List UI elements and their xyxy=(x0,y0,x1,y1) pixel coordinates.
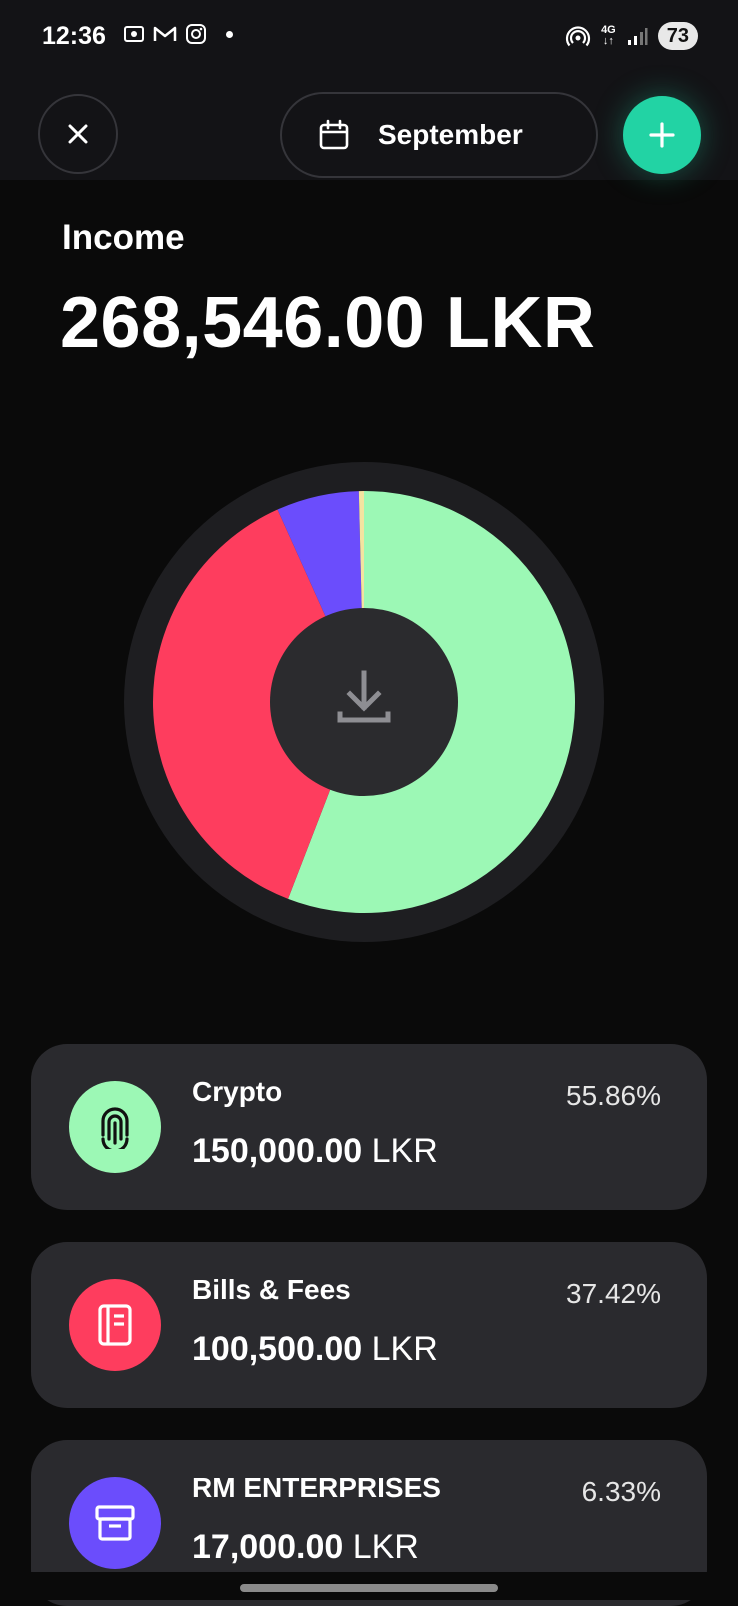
category-percent: 55.86% xyxy=(566,1080,661,1111)
close-icon xyxy=(68,124,88,144)
category-icon-badge xyxy=(69,1081,161,1173)
download-button[interactable] xyxy=(334,665,394,735)
status-time: 12:36 xyxy=(42,22,106,50)
category-name: RM ENTERPRISES xyxy=(192,1472,441,1503)
signal-icon xyxy=(627,28,648,45)
notebook-icon xyxy=(98,1304,132,1346)
category-icon-badge xyxy=(69,1477,161,1569)
donut-chart-svg xyxy=(124,462,604,942)
income-total: 268,546.00 LKR xyxy=(60,283,596,363)
category-name: Crypto xyxy=(192,1076,283,1107)
box-icon xyxy=(95,1505,135,1541)
category-percent: 37.42% xyxy=(566,1278,661,1309)
notification-icons xyxy=(122,22,233,46)
category-card-bills-fees[interactable]: Bills & Fees 100,500.00 LKR 37.42% xyxy=(31,1242,707,1408)
battery-level: 73 xyxy=(657,22,698,50)
income-title: Income xyxy=(62,218,185,257)
category-card-crypto[interactable]: Crypto 150,000.00 LKR 55.86% xyxy=(31,1044,707,1210)
category-amount: 100,500.00 LKR xyxy=(192,1330,438,1368)
category-icon-badge xyxy=(69,1279,161,1371)
network-type: 4G ↓↑ xyxy=(601,24,616,47)
fingerprint-icon xyxy=(101,1107,129,1149)
hotspot-icon xyxy=(565,26,591,47)
add-button[interactable] xyxy=(623,96,701,174)
category-amount: 17,000.00 LKR xyxy=(192,1528,419,1566)
category-name: Bills & Fees xyxy=(192,1274,351,1305)
status-bar: 12:36 4G ↓↑ 73 xyxy=(0,0,738,78)
more-notifications-dot xyxy=(226,30,233,38)
calendar-icon xyxy=(319,119,349,150)
plus-icon xyxy=(649,122,675,148)
top-app-bar: September xyxy=(0,78,738,180)
screenshot-notification-icon xyxy=(124,26,144,42)
month-selector[interactable]: September xyxy=(280,92,598,178)
gmail-icon xyxy=(153,26,177,41)
month-label: September xyxy=(378,119,523,150)
system-icons: 4G ↓↑ 73 xyxy=(565,22,698,50)
category-amount: 150,000.00 LKR xyxy=(192,1132,438,1170)
instagram-icon xyxy=(186,24,206,44)
category-percent: 6.33% xyxy=(581,1476,661,1507)
close-button[interactable] xyxy=(38,94,118,174)
income-donut-chart xyxy=(112,450,616,954)
home-indicator[interactable] xyxy=(240,1584,498,1592)
